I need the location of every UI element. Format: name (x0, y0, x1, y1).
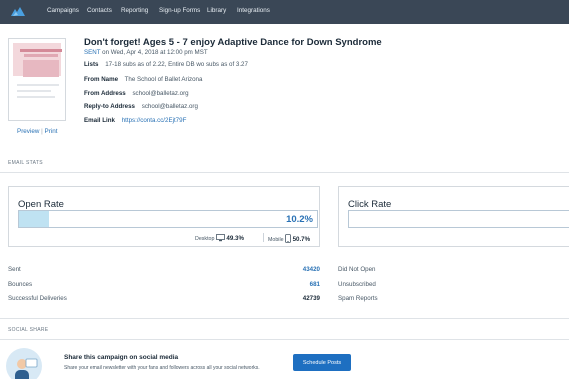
desktop-stat: Desktop 49.3% (195, 234, 244, 242)
reply-to-value: school@balletaz.org (141, 103, 198, 110)
social-share-title: Share this campaign on social media (64, 354, 179, 361)
sent-status-line: SENT on Wed, Apr 4, 2018 at 12:00 pm MST (84, 49, 208, 56)
stat-unsubscribed-label: Unsubscribed (338, 281, 376, 288)
top-nav-bar: Campaigns Contacts Reporting Sign-up For… (0, 0, 569, 24)
social-share-section-label: SOCIAL SHARE (8, 327, 49, 333)
from-address-label: From Address (84, 90, 126, 97)
thumbnail-text-line (17, 84, 59, 86)
thumbnail-headline (20, 49, 62, 52)
stat-bounces-label: Bounces (8, 281, 33, 288)
stat-sent-label: Sent (8, 266, 21, 273)
device-divider (263, 233, 264, 242)
open-rate-card[interactable]: Open Rate 10.2% Desktop 49.3% Mobile 50.… (8, 186, 320, 247)
section-divider (0, 318, 569, 319)
reply-to-row: Reply-to Address school@balletaz.org (84, 103, 198, 110)
thumbnail-text-line (17, 96, 55, 98)
lists-row: Lists 17-18 subs as of 2.22, Entire DB w… (84, 61, 248, 68)
preview-print-links: Preview | Print (17, 128, 58, 135)
nav-campaigns[interactable]: Campaigns (47, 7, 79, 14)
open-rate-bar-fill (19, 211, 50, 227)
from-name-row: From Name The School of Ballet Arizona (84, 76, 202, 83)
open-rate-progress-bar: 10.2% (18, 210, 318, 228)
mobile-label: Mobile (268, 237, 284, 243)
print-link[interactable]: Print (45, 128, 58, 135)
click-rate-progress-bar (348, 210, 569, 228)
campaign-title: Don't forget! Ages 5 - 7 enjoy Adaptive … (84, 37, 382, 48)
reply-to-label: Reply-to Address (84, 103, 135, 110)
email-thumbnail[interactable] (8, 38, 66, 121)
mobile-phone-icon (285, 234, 291, 243)
thumbnail-text-line (17, 90, 51, 92)
stat-sent-row: Sent 43420 (8, 266, 320, 273)
desktop-label: Desktop (195, 236, 215, 242)
preview-link[interactable]: Preview (17, 128, 39, 135)
mobile-percent: 50.7% (292, 236, 311, 243)
section-divider (0, 339, 569, 340)
lists-label: Lists (84, 61, 99, 68)
email-link-row: Email Link https://conta.cc/2Ejt79F (84, 117, 186, 124)
nav-reporting[interactable]: Reporting (121, 7, 148, 14)
stat-bounces-value[interactable]: 681 (310, 281, 320, 288)
stat-sent-value[interactable]: 43420 (303, 266, 320, 273)
stat-deliveries-label: Successful Deliveries (8, 295, 67, 302)
click-rate-title: Click Rate (348, 199, 392, 210)
from-name-value: The School of Ballet Arizona (124, 76, 203, 83)
stat-deliveries-value: 42739 (302, 295, 320, 302)
section-divider (0, 172, 569, 173)
thumbnail-header-image (13, 43, 62, 77)
nav-contacts[interactable]: Contacts (87, 7, 112, 14)
status-badge: SENT (84, 49, 101, 56)
nav-integrations[interactable]: Integrations (237, 7, 270, 14)
click-rate-card[interactable]: Click Rate (338, 186, 569, 247)
from-address-row: From Address school@balletaz.org (84, 90, 189, 97)
link-separator: | (41, 128, 43, 135)
sent-date: on Wed, Apr 4, 2018 at 12:00 pm MST (102, 49, 208, 56)
stat-bounces-row: Bounces 681 (8, 281, 320, 288)
constant-contact-logo-icon[interactable] (10, 6, 26, 18)
stat-spam-reports-label: Spam Reports (338, 295, 378, 302)
email-link-label: Email Link (84, 117, 115, 124)
stat-did-not-open-label: Did Not Open (338, 266, 376, 273)
email-link[interactable]: https://conta.cc/2Ejt79F (122, 117, 187, 124)
lists-value: 17-18 subs as of 2.22, Entire DB wo subs… (105, 61, 248, 68)
nav-library[interactable]: Library (207, 7, 226, 14)
from-address-value: school@balletaz.org (132, 90, 189, 97)
from-name-label: From Name (84, 76, 119, 83)
thumbnail-photo (23, 60, 59, 77)
mobile-stat: Mobile 50.7% (268, 234, 310, 243)
open-rate-percent: 10.2% (286, 214, 313, 225)
desktop-icon (216, 234, 225, 242)
stat-deliveries-row: Successful Deliveries 42739 (8, 295, 320, 302)
email-stats-section-label: EMAIL STATS (8, 160, 43, 166)
social-share-subtitle: Share your email newsletter with your fa… (64, 365, 260, 371)
social-share-illustration-icon (6, 348, 42, 379)
open-rate-title: Open Rate (18, 199, 64, 210)
nav-signup-forms[interactable]: Sign-up Forms (159, 7, 200, 14)
desktop-percent: 49.3% (226, 235, 244, 242)
schedule-posts-button[interactable]: Schedule Posts (293, 354, 351, 371)
thumbnail-subheadline (24, 54, 58, 57)
